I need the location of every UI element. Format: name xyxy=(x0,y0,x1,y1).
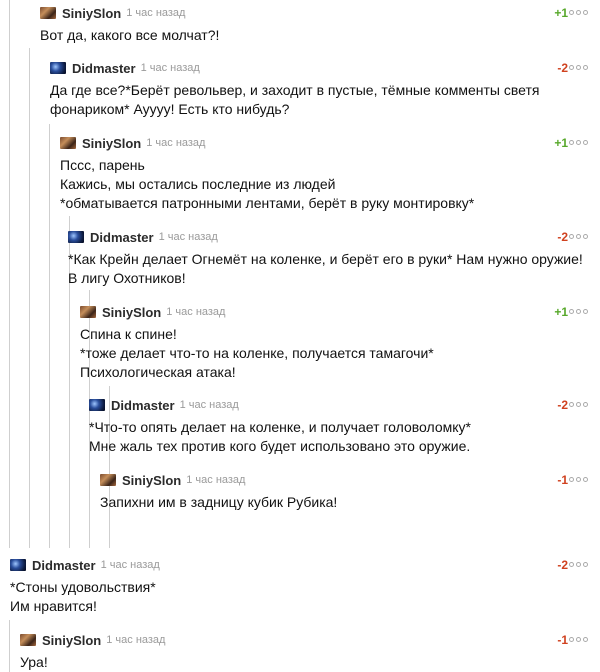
comment: SiniySlon 1 час назад +1 Вот да, какого … xyxy=(40,3,600,45)
comment-header: SiniySlon 1 час назад +1 xyxy=(60,133,600,153)
comment-rating: -1 xyxy=(557,473,568,487)
didmaster-avatar[interactable] xyxy=(68,231,84,243)
comment-rating: -2 xyxy=(557,61,568,75)
more-options-icon[interactable] xyxy=(569,637,588,642)
thread-line[interactable] xyxy=(29,48,30,548)
comment: SiniySlon 1 час назад +1 Пссс, парень Ка… xyxy=(60,133,600,213)
comment-header: Didmaster 1 час назад -2 xyxy=(50,58,600,78)
comment-time[interactable]: 1 час назад xyxy=(186,474,245,486)
comment-author[interactable]: SiniySlon xyxy=(42,633,101,648)
siniyslon-avatar[interactable] xyxy=(100,474,116,486)
comment-header: Didmaster 1 час назад -2 xyxy=(10,555,600,575)
comment-author[interactable]: SiniySlon xyxy=(82,136,141,151)
comment-text: Вот да, какого все молчат?! xyxy=(40,27,220,43)
comment-time[interactable]: 1 час назад xyxy=(126,7,185,19)
comment-author[interactable]: Didmaster xyxy=(90,230,154,245)
comment-author[interactable]: Didmaster xyxy=(111,398,175,413)
thread-line[interactable] xyxy=(9,0,10,548)
comment-text: Пссс, парень Кажись, мы остались последн… xyxy=(60,157,475,211)
more-options-icon[interactable] xyxy=(569,65,588,70)
comment-time[interactable]: 1 час назад xyxy=(106,634,165,646)
comment: Didmaster 1 час назад -2 *Стоны удовольс… xyxy=(10,555,600,616)
more-options-icon[interactable] xyxy=(569,477,588,482)
comment: SiniySlon 1 час назад -1 Запихни им в за… xyxy=(100,470,600,512)
comment-text: *Что-то опять делает на коленке, и получ… xyxy=(89,419,471,454)
siniyslon-avatar[interactable] xyxy=(20,634,36,646)
more-options-icon[interactable] xyxy=(569,562,588,567)
comment-rating: +1 xyxy=(554,6,568,20)
comment-author[interactable]: SiniySlon xyxy=(122,473,181,488)
siniyslon-avatar[interactable] xyxy=(80,306,96,318)
comment-text: Ура! xyxy=(20,654,48,670)
comment-time[interactable]: 1 час назад xyxy=(180,399,239,411)
comment: Didmaster 1 час назад -2 *Как Крейн дела… xyxy=(68,227,600,288)
comment: Didmaster 1 час назад -2 Да где все?*Бер… xyxy=(50,58,600,119)
thread-line[interactable] xyxy=(49,124,50,548)
comment-header: SiniySlon 1 час назад -1 xyxy=(100,470,600,490)
comment-time[interactable]: 1 час назад xyxy=(146,137,205,149)
more-options-icon[interactable] xyxy=(569,234,588,239)
comment-header: SiniySlon 1 час назад +1 xyxy=(80,302,600,322)
more-options-icon[interactable] xyxy=(569,309,588,314)
comment: SiniySlon 1 час назад +1 Спина к спине! … xyxy=(80,302,600,382)
comment-text: Спина к спине! *тоже делает что-то на ко… xyxy=(80,326,434,380)
comment-rating: +1 xyxy=(554,136,568,150)
comment-rating: -1 xyxy=(557,633,568,647)
comment-author[interactable]: Didmaster xyxy=(32,558,96,573)
comment-author[interactable]: SiniySlon xyxy=(102,305,161,320)
more-options-icon[interactable] xyxy=(569,140,588,145)
siniyslon-avatar[interactable] xyxy=(40,7,56,19)
comment-time[interactable]: 1 час назад xyxy=(159,231,218,243)
comment-header: Didmaster 1 час назад -2 xyxy=(68,227,600,247)
didmaster-avatar[interactable] xyxy=(89,399,105,411)
thread-line[interactable] xyxy=(9,620,10,672)
comment-rating: -2 xyxy=(557,230,568,244)
comment-header: SiniySlon 1 час назад -1 xyxy=(20,630,600,650)
didmaster-avatar[interactable] xyxy=(50,62,66,74)
comment-rating: -2 xyxy=(557,558,568,572)
didmaster-avatar[interactable] xyxy=(10,559,26,571)
comment-text: *Как Крейн делает Огнемёт на коленке, и … xyxy=(68,251,583,286)
comment-author[interactable]: Didmaster xyxy=(72,61,136,76)
comment-text: *Стоны удовольствия* Им нравится! xyxy=(10,579,156,614)
comment: Didmaster 1 час назад -2 *Что-то опять д… xyxy=(89,395,600,456)
comment-rating: -2 xyxy=(557,398,568,412)
comment-text: Запихни им в задницу кубик Рубика! xyxy=(100,494,338,510)
more-options-icon[interactable] xyxy=(569,402,588,407)
comment-time[interactable]: 1 час назад xyxy=(101,559,160,571)
comment: SiniySlon 1 час назад -1 Ура! xyxy=(20,630,600,672)
more-options-icon[interactable] xyxy=(569,10,588,15)
comment-time[interactable]: 1 час назад xyxy=(141,62,200,74)
comment-text: Да где все?*Берёт револьвер, и заходит в… xyxy=(50,82,540,117)
siniyslon-avatar[interactable] xyxy=(60,137,76,149)
comment-author[interactable]: SiniySlon xyxy=(62,6,121,21)
comment-thread: SiniySlon 1 час назад +1 Вот да, какого … xyxy=(0,0,600,672)
comment-time[interactable]: 1 час назад xyxy=(166,306,225,318)
comment-rating: +1 xyxy=(554,305,568,319)
comment-header: Didmaster 1 час назад -2 xyxy=(89,395,600,415)
comment-header: SiniySlon 1 час назад +1 xyxy=(40,3,600,23)
